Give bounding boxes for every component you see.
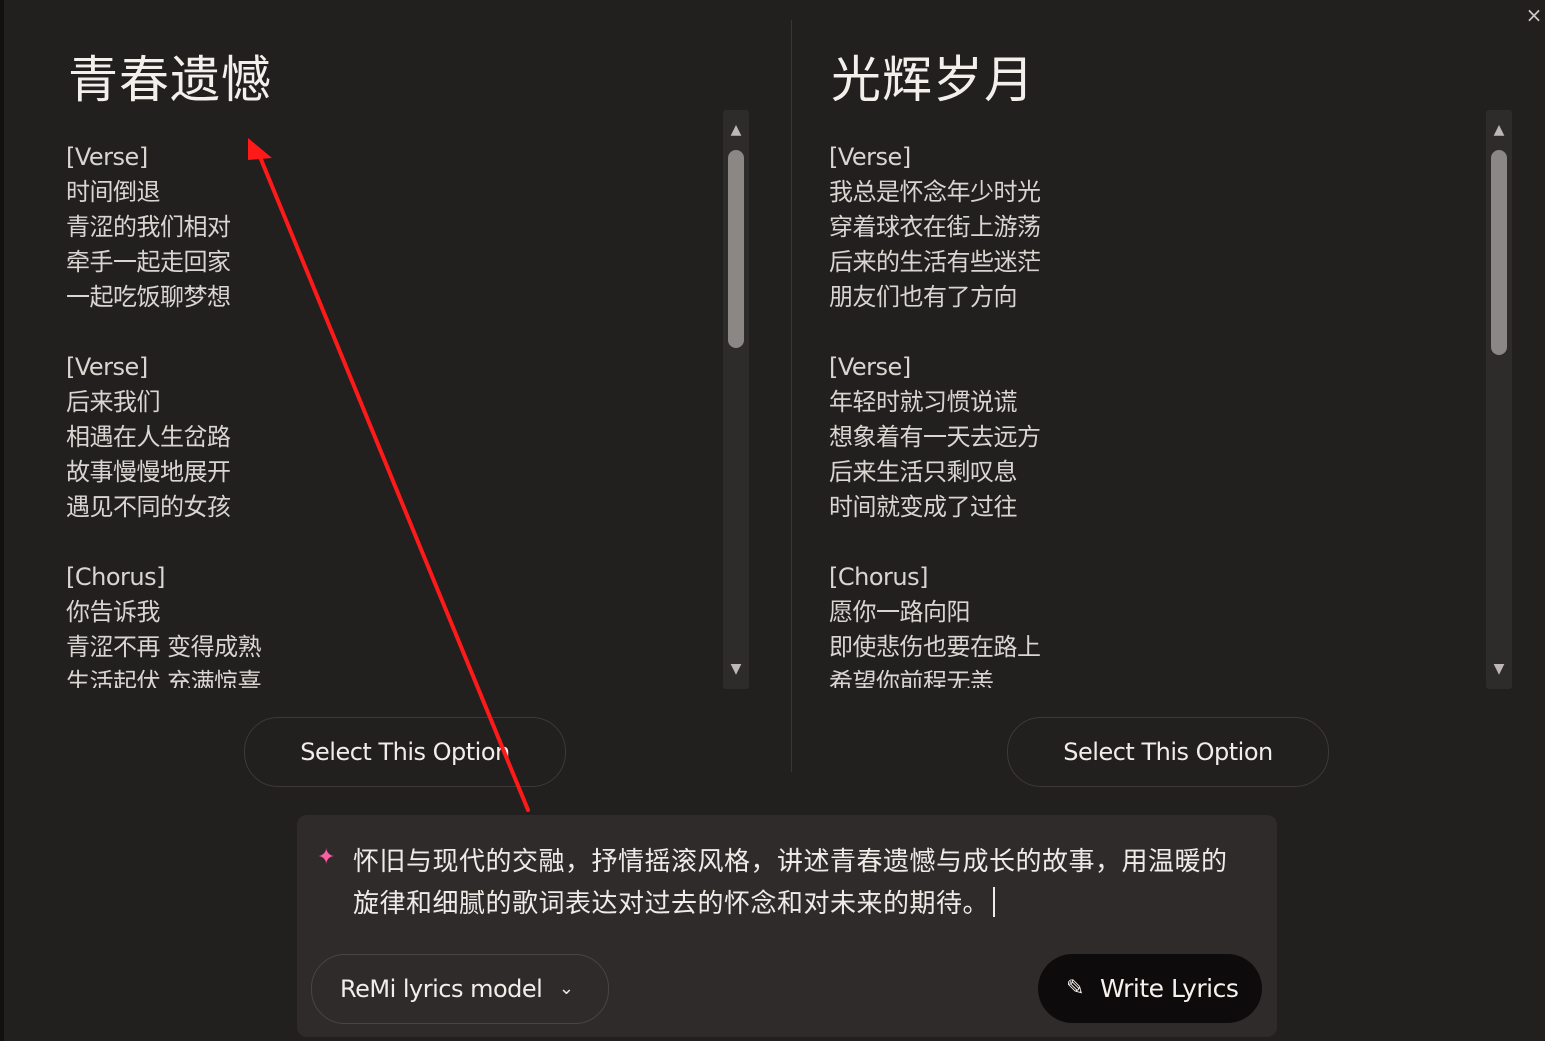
column-divider [791,20,792,772]
lyrics-scroll-area[interactable]: [Verse] 我总是怀念年少时光 穿着球衣在街上游荡 后来的生活有些迷茫 朋友… [829,140,1469,688]
chevron-down-icon: ⌄ [558,978,574,999]
select-option-button[interactable]: Select This Option [244,717,566,787]
model-select-label: ReMi lyrics model [340,975,543,1003]
scroll-up-arrow-icon[interactable]: ▲ [723,120,749,140]
lyrics-scrollbar[interactable]: ▲ ▼ [723,110,749,689]
option-title: 光辉岁月 [831,51,1035,109]
write-lyrics-button[interactable]: ✎ Write Lyrics [1038,954,1262,1023]
close-icon[interactable]: × [1523,4,1545,26]
lyrics-text: [Verse] 我总是怀念年少时光 穿着球衣在街上游荡 后来的生活有些迷茫 朋友… [829,143,1041,688]
lyrics-scrollbar[interactable]: ▲ ▼ [1486,110,1512,689]
sparkle-icon: ✦ [317,845,336,870]
scrollbar-thumb[interactable] [728,150,744,348]
lyrics-scroll-area[interactable]: [Verse] 时间倒退 青涩的我们相对 牵手一起走回家 一起吃饭聊梦想 [Ve… [66,140,706,688]
option-title: 青春遗憾 [68,51,272,109]
select-option-button[interactable]: Select This Option [1007,717,1329,787]
lyrics-options-modal: × 青春遗憾 [Verse] 时间倒退 青涩的我们相对 牵手一起走回家 一起吃饭… [4,0,1545,1041]
prompt-panel: ✦ 怀旧与现代的交融，抒情摇滚风格，讲述青春遗憾与成长的故事，用温暖的旋律和细腻… [297,815,1277,1037]
scrollbar-thumb[interactable] [1491,150,1507,355]
prompt-input[interactable]: 怀旧与现代的交融，抒情摇滚风格，讲述青春遗憾与成长的故事，用温暖的旋律和细腻的歌… [353,841,1233,925]
model-select-dropdown[interactable]: ReMi lyrics model ⌄ [311,954,609,1024]
scroll-down-arrow-icon[interactable]: ▼ [1486,659,1512,679]
scroll-down-arrow-icon[interactable]: ▼ [723,659,749,679]
prompt-text: 怀旧与现代的交融，抒情摇滚风格，讲述青春遗憾与成长的故事，用温暖的旋律和细腻的歌… [353,847,1228,919]
lyrics-text: [Verse] 时间倒退 青涩的我们相对 牵手一起走回家 一起吃饭聊梦想 [Ve… [66,143,262,688]
pencil-icon: ✎ [1066,976,1085,1001]
write-lyrics-label: Write Lyrics [1100,974,1239,1003]
text-caret [993,887,996,917]
scroll-up-arrow-icon[interactable]: ▲ [1486,120,1512,140]
